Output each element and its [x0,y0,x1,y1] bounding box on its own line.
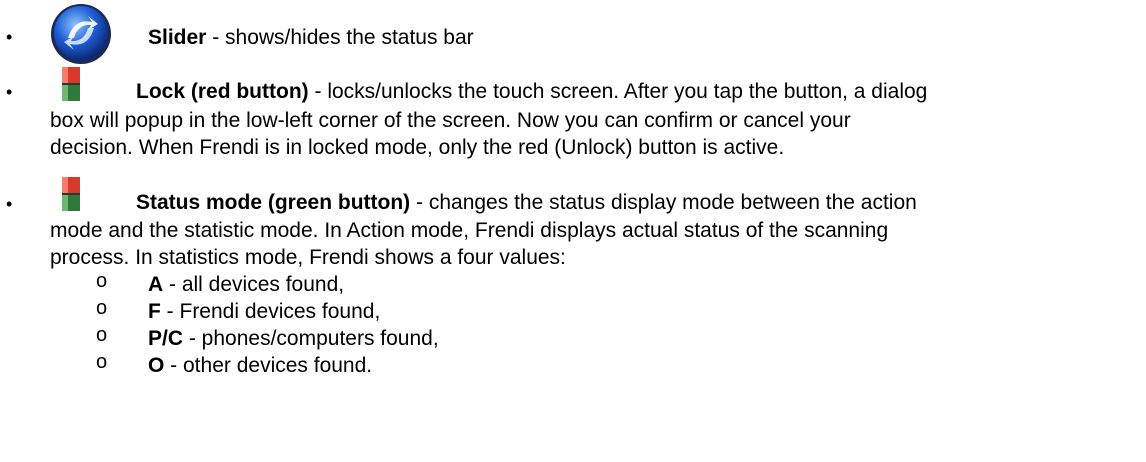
subitem-text: - other devices found. [164,354,373,377]
sub-bullet: o [96,297,108,319]
paragraph-line: process. In statistics mode, Frendi show… [50,246,566,269]
status-button-icon [60,176,82,218]
subitem-key: F [148,300,161,323]
subitem-text: - all devices found, [163,273,345,296]
paragraph-line: box will popup in the low-left corner of… [50,109,851,132]
subitem-key: A [148,273,164,296]
slider-icon [48,0,114,72]
item-title: Status mode (green button) [136,191,411,214]
bullet: • [6,194,13,214]
sub-bullet: o [96,351,108,373]
sub-bullet: o [96,270,108,292]
lock-button-icon [60,66,82,108]
item-title: Slider [148,26,207,49]
item-description: - changes the status display mode betwee… [410,191,917,214]
paragraph-line: decision. When Frendi is in locked mode,… [50,136,785,159]
subitem-key: O [148,354,165,377]
item-description: - locks/unlocks the touch screen. After … [308,80,928,103]
bullet: • [6,27,13,47]
bullet: • [6,82,13,102]
paragraph-line: mode and the statistic mode. In Action m… [50,219,889,242]
sub-bullet: o [96,324,108,346]
subitem-key: P/C [148,327,184,350]
subitem-text: - Frendi devices found, [160,300,381,323]
item-description: - shows/hides the status bar [206,26,474,49]
subitem-text: - phones/computers found, [183,327,439,350]
item-title: Lock (red button) [136,80,309,103]
